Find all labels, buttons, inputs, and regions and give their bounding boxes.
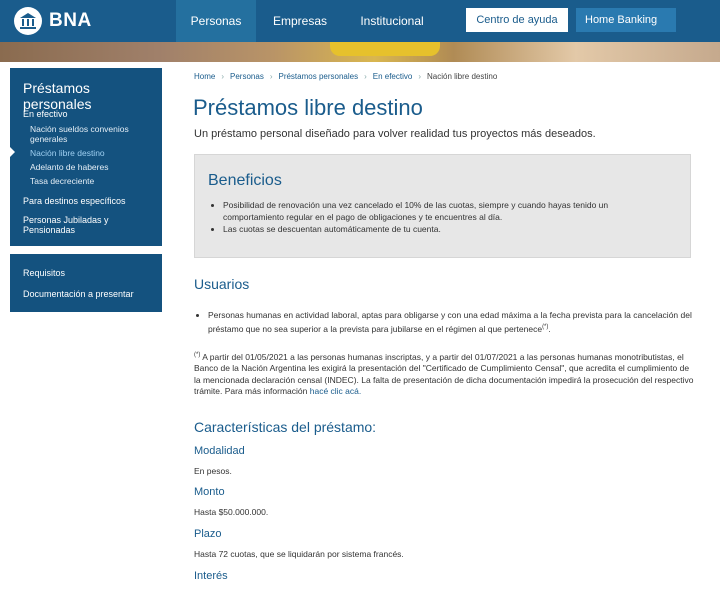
breadcrumb-efectivo[interactable]: En efectivo (373, 72, 413, 81)
benefit-item: Posibilidad de renovación una vez cancel… (223, 199, 668, 223)
breadcrumb-separator: › (269, 72, 273, 81)
features-section-title: Características del préstamo: (194, 419, 377, 435)
benefits-title: Beneficios (208, 172, 282, 189)
logo-text: BNA (49, 10, 92, 31)
nav-tab-empresas[interactable]: Empresas (262, 0, 338, 42)
field-value-monto: Hasta $50.000.000. (194, 507, 269, 517)
nav-tab-institucional[interactable]: Institucional (352, 0, 432, 42)
census-note: (*) A partir del 01/05/2021 a las person… (194, 350, 696, 398)
sidebar-item-jubilados-pensionados[interactable]: Personas Jubiladas y Pensionadas (23, 215, 133, 235)
field-value-plazo: Hasta 72 cuotas, que se liquidarán por s… (194, 549, 404, 559)
field-label-monto: Monto (194, 486, 225, 498)
users-list: Personas humanas en actividad laboral, a… (208, 309, 696, 335)
benefits-list: Posibilidad de renovación una vez cancel… (223, 199, 668, 235)
bank-building-icon (14, 7, 42, 35)
field-value-modalidad: En pesos. (194, 466, 232, 476)
footnote-marker: (*) (542, 324, 549, 330)
sidebar-item-tasa-decreciente[interactable]: Tasa decreciente (30, 176, 94, 186)
sidebar-title: Préstamos personales (23, 80, 92, 112)
users-item: Personas humanas en actividad laboral, a… (208, 309, 696, 335)
breadcrumb-prestamos[interactable]: Préstamos personales (278, 72, 358, 81)
breadcrumb-separator: › (364, 72, 367, 81)
sidebar-item-sueldos-convenios[interactable]: Nación sueldos convenios generales (30, 124, 150, 144)
active-item-indicator (10, 147, 15, 157)
sidebar-item-en-efectivo[interactable]: En efectivo (23, 109, 68, 119)
field-label-plazo: Plazo (194, 528, 222, 540)
top-navigation-bar: BNA Personas Empresas Institucional Cent… (0, 0, 720, 42)
sidebar-item-libre-destino[interactable]: Nación libre destino (30, 148, 105, 158)
breadcrumb-personas[interactable]: Personas (230, 72, 264, 81)
breadcrumb-separator: › (418, 72, 421, 81)
field-label-modalidad: Modalidad (194, 445, 245, 457)
sidebar-menu: Préstamos personales En efectivo Nación … (10, 68, 162, 246)
sidebar-item-destinos-especificos[interactable]: Para destinos específicos (23, 196, 126, 206)
nav-tab-personas[interactable]: Personas (176, 0, 256, 42)
bna-logo[interactable]: BNA (14, 6, 92, 36)
breadcrumb-current: Nación libre destino (427, 72, 498, 81)
sidebar-links: Requisitos Documentación a presentar (10, 254, 162, 312)
sidebar-link-documentacion[interactable]: Documentación a presentar (23, 289, 134, 299)
field-label-interes: Interés (194, 570, 228, 582)
home-banking-button[interactable]: Home Banking (576, 8, 676, 32)
breadcrumb: Home › Personas › Préstamos personales › En ef… (194, 72, 497, 81)
sidebar-link-requisitos[interactable]: Requisitos (23, 268, 65, 278)
hero-image-detail (330, 42, 440, 56)
benefits-box: Beneficios Posibilidad de renovación una… (194, 154, 691, 258)
more-info-link[interactable]: hacé clic acá. (310, 386, 362, 396)
breadcrumb-separator: › (221, 72, 225, 81)
users-item-text: Personas humanas en actividad laboral, a… (208, 310, 692, 334)
page-subtitle: Un préstamo personal diseñado para volve… (194, 128, 596, 140)
census-note-text: A partir del 01/05/2021 a las personas h… (194, 351, 694, 397)
help-center-button[interactable]: Centro de ayuda (466, 8, 568, 32)
benefit-item: Las cuotas se descuentan automáticamente… (223, 223, 668, 235)
users-section-title: Usuarios (194, 276, 250, 292)
sidebar-item-adelanto-haberes[interactable]: Adelanto de haberes (30, 162, 108, 172)
page-title: Préstamos libre destino (193, 95, 423, 120)
breadcrumb-home[interactable]: Home (194, 72, 215, 81)
